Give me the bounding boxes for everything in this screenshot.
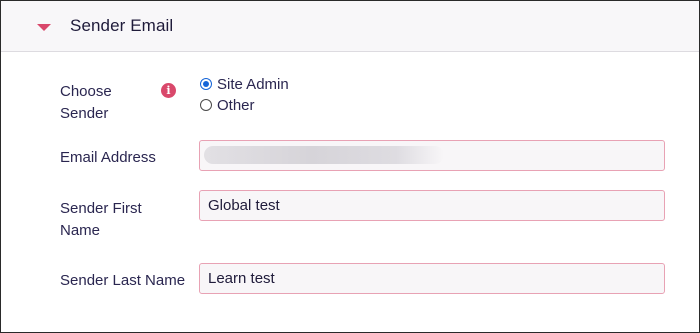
- email-address-field[interactable]: [199, 140, 665, 171]
- sender-last-name-label: Sender Last Name: [60, 272, 186, 289]
- sender-first-name-field[interactable]: [199, 190, 665, 221]
- caret-down-icon[interactable]: [37, 24, 51, 31]
- radio-site-admin-label: Site Admin: [217, 75, 289, 93]
- radio-option-other[interactable]: Other: [200, 96, 255, 114]
- sender-last-name-field[interactable]: [199, 263, 665, 294]
- sender-email-panel: Sender Email Choose Sender i Site Admin …: [0, 0, 700, 333]
- choose-sender-label-line2: Sender: [60, 105, 109, 122]
- section-header[interactable]: Sender Email: [1, 1, 699, 52]
- radio-other[interactable]: [200, 99, 212, 111]
- radio-site-admin[interactable]: [200, 78, 212, 90]
- sender-first-name-label-line2: Name: [60, 222, 101, 239]
- radio-other-label: Other: [217, 96, 255, 114]
- choose-sender-label-line1: Choose: [60, 83, 112, 100]
- section-title: Sender Email: [70, 16, 174, 35]
- info-icon[interactable]: i: [161, 83, 176, 98]
- radio-option-site-admin[interactable]: Site Admin: [200, 75, 289, 93]
- sender-first-name-label-line1: Sender First: [60, 200, 142, 217]
- email-address-label: Email Address: [60, 149, 156, 166]
